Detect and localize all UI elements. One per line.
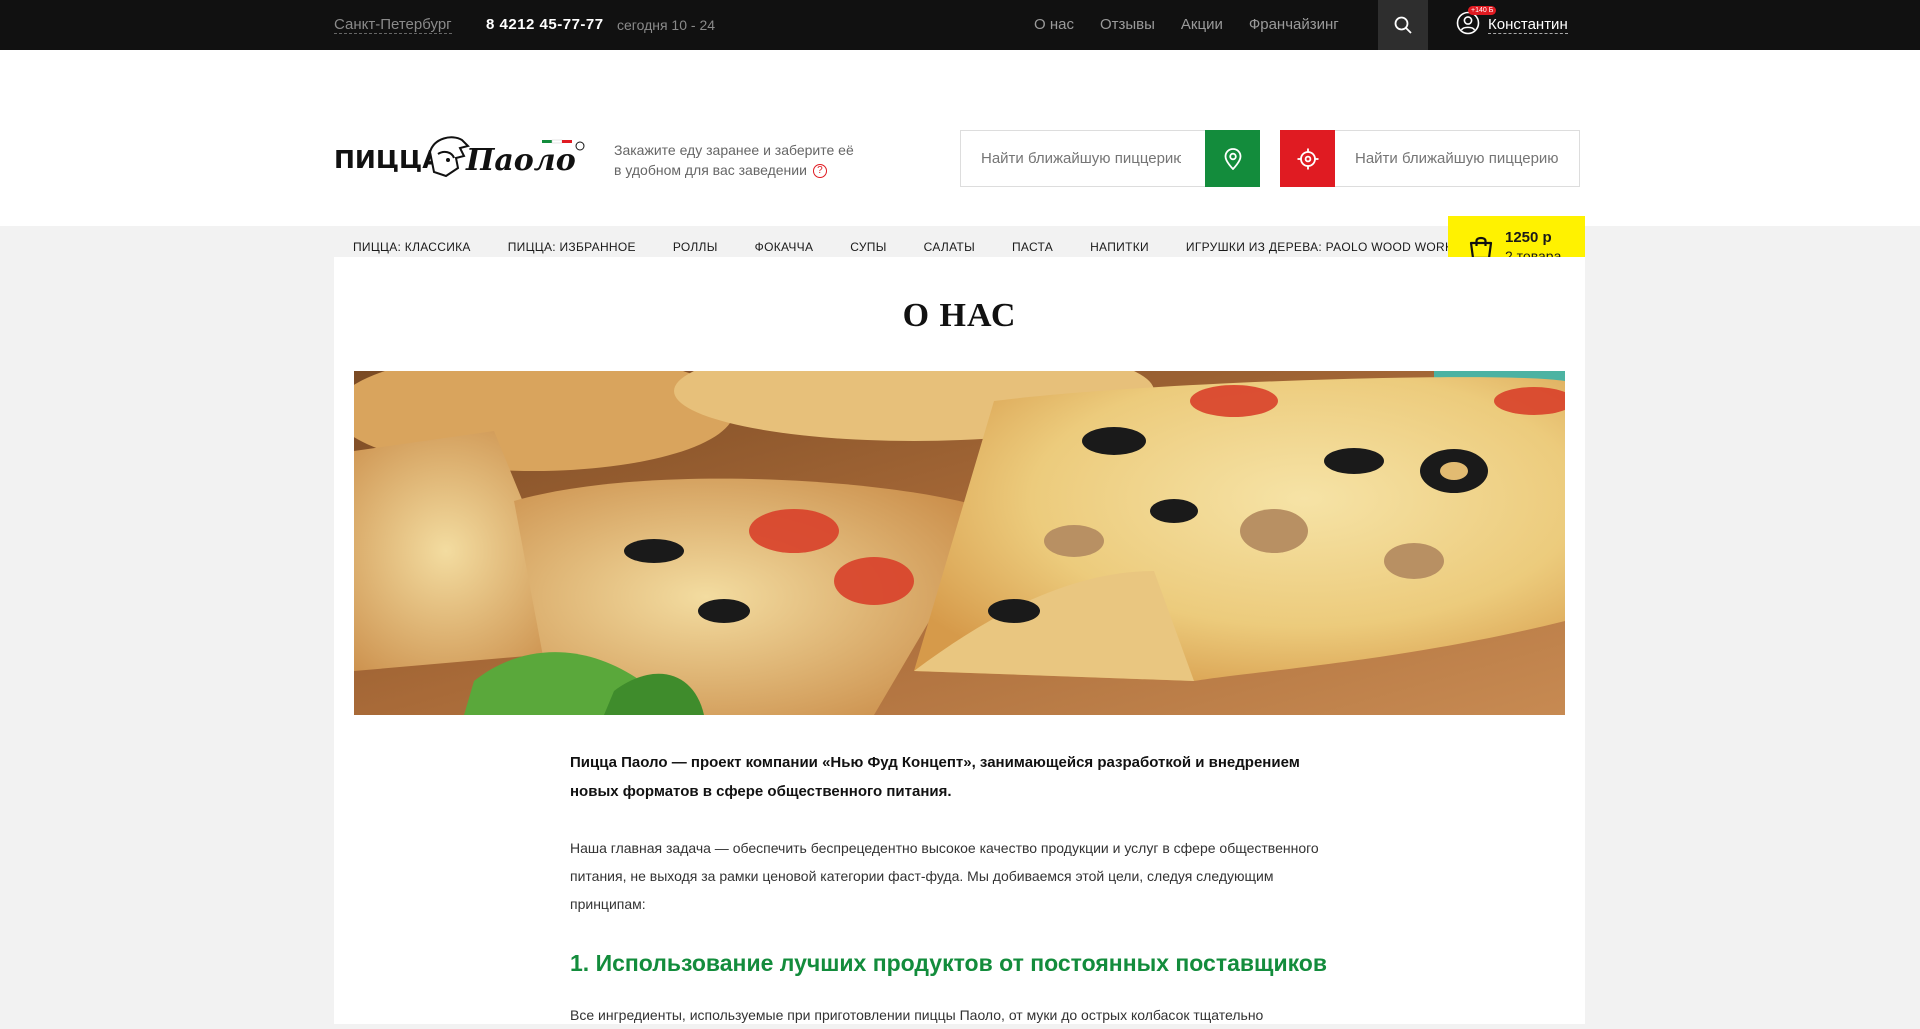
content-card: О НАС Пицца Паоло — проект компании «Нью… — [334, 257, 1585, 1024]
nav-pizza-favorites[interactable]: Пицца: избранное — [508, 240, 636, 254]
nav-pasta[interactable]: Паста — [1012, 240, 1053, 254]
svg-text:Паоло: Паоло — [465, 143, 576, 178]
help-icon[interactable]: ? — [812, 164, 827, 179]
tagline-line-2: в удобном для вас заведении — [614, 162, 807, 178]
page-title: О НАС — [902, 297, 1017, 334]
nav-wood-toys[interactable]: Игрушки из дерева: Paolo Wood Work — [1186, 240, 1453, 254]
nav-rolls[interactable]: Роллы — [673, 240, 718, 254]
site-logo[interactable]: ПИЦЦА Паоло — [334, 132, 586, 184]
crosshair-icon — [1297, 148, 1318, 169]
city-selector[interactable]: Санкт-Петербург — [334, 16, 452, 34]
section-paragraph-1: Все ингредиенты, используемые при пригот… — [570, 1007, 1264, 1023]
top-nav-reviews[interactable]: Отзывы — [1100, 16, 1155, 33]
opening-hours: сегодня 10 - 24 — [617, 17, 716, 33]
bonus-badge: +140 Б — [1468, 5, 1497, 15]
top-nav: О нас Отзывы Акции Франчайзинг — [1034, 16, 1339, 33]
top-bar: Санкт-Петербург 8 4212 45-77-77 сегодня … — [0, 0, 1920, 50]
top-nav-promos[interactable]: Акции — [1181, 16, 1223, 33]
mission-paragraph: Наша главная задача — обеспечить беспрец… — [570, 840, 1319, 912]
hero-image — [354, 371, 1565, 715]
header: ПИЦЦА Паоло Закажите еду заранее и забер… — [0, 50, 1920, 277]
lead-paragraph: Пицца Паоло — проект компании «Нью Фуд К… — [570, 754, 1300, 800]
nav-focaccia[interactable]: Фокачча — [755, 240, 814, 254]
nav-pizza-classic[interactable]: Пицца: классика — [353, 240, 471, 254]
svg-text:ПИЦЦА: ПИЦЦА — [334, 145, 442, 174]
pizzeria-search-geolocation — [1280, 130, 1580, 187]
pizzeria-search-input[interactable] — [981, 150, 1181, 167]
nav-drinks[interactable]: Напитки — [1090, 240, 1149, 254]
user-account[interactable]: +140 Б Константин — [1456, 5, 1568, 38]
top-nav-about[interactable]: О нас — [1034, 16, 1074, 33]
shopping-bag-icon — [1469, 236, 1493, 259]
phone-number[interactable]: 8 4212 45-77-77 — [486, 16, 604, 33]
logo-image: ПИЦЦА Паоло — [334, 136, 585, 178]
geolocate-button[interactable] — [1280, 130, 1335, 187]
section-heading-1: 1. Использование лучших продуктов от пос… — [570, 950, 1327, 976]
geolocation-search-input[interactable] — [1355, 150, 1565, 167]
search-icon — [1394, 16, 1412, 34]
nav-salads[interactable]: Салаты — [924, 240, 975, 254]
pizzeria-search-map — [960, 130, 1260, 187]
search-button[interactable] — [1378, 0, 1428, 50]
nav-soups[interactable]: Супы — [850, 240, 886, 254]
cart-sum: 1250 р — [1505, 228, 1552, 246]
tagline-line-1: Закажите еду заранее и заберите её — [614, 142, 854, 158]
main-nav: Пицца: классика Пицца: избранное Роллы Ф… — [334, 240, 1471, 254]
user-name[interactable]: Константин — [1488, 16, 1568, 34]
map-pin-icon — [1224, 147, 1241, 170]
map-pin-button[interactable] — [1205, 130, 1260, 187]
top-nav-franchise[interactable]: Франчайзинг — [1249, 16, 1339, 33]
about-text: Пицца Паоло — проект компании «Нью Фуд К… — [570, 748, 1350, 1029]
tagline: Закажите еду заранее и заберите её в удо… — [614, 140, 854, 180]
